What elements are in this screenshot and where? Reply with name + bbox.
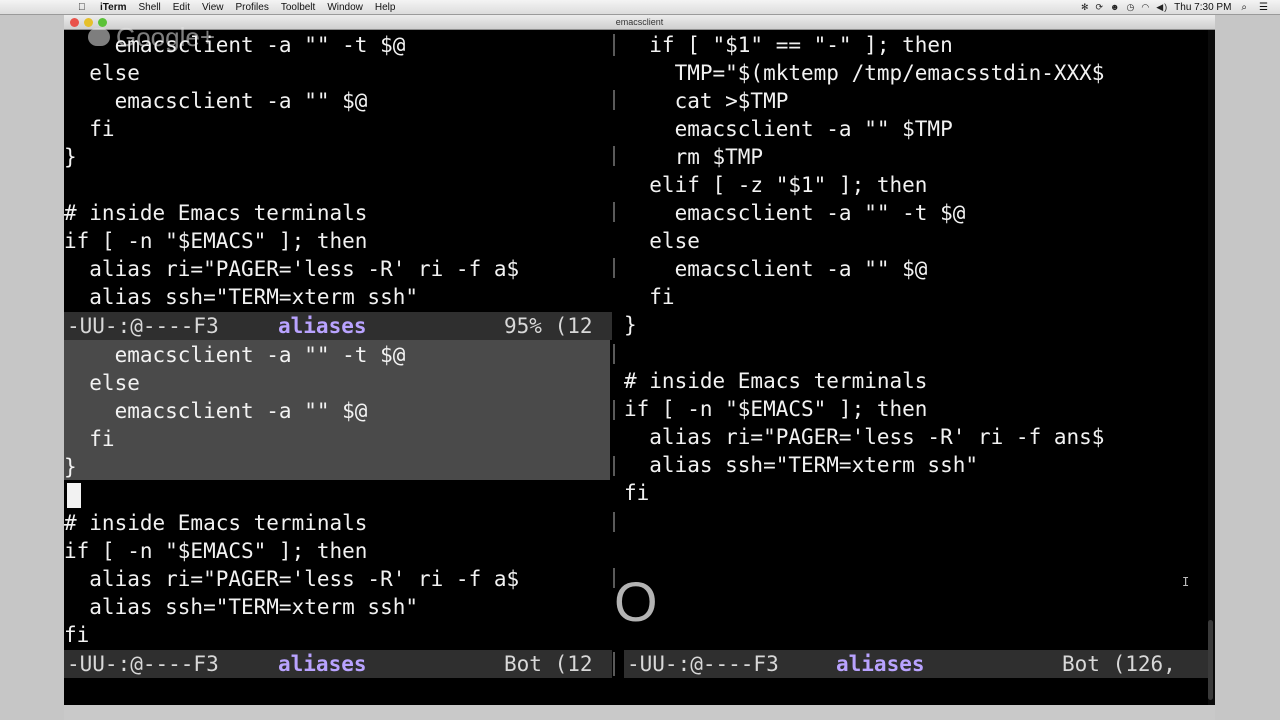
scrollbar-thumb[interactable] — [1208, 620, 1213, 700]
menu-view[interactable]: View — [202, 2, 224, 13]
modeline-status: -UU-:@----F3 — [627, 652, 805, 676]
modeline-position: 95% (12 — [504, 314, 593, 338]
hangouts-icon — [88, 28, 110, 47]
volume-icon[interactable]: ◀) — [1156, 2, 1168, 13]
close-button[interactable] — [70, 18, 79, 27]
list-icon[interactable]: ☰ — [1259, 2, 1268, 13]
google-plus-watermark: Google+ — [88, 22, 215, 53]
left-lower-window-text[interactable]: emacsclient -a "" -t $@ else emacsclient… — [64, 341, 519, 649]
menu-iterm[interactable]: iTerm — [100, 2, 127, 13]
mac-menubar:  iTerm Shell Edit View Profiles Toolbel… — [0, 0, 1280, 15]
modeline-buffer-name: aliases — [278, 652, 367, 676]
window-bottom-edge — [64, 705, 1215, 720]
minibuffer[interactable] — [64, 678, 1208, 705]
watermark-text: Google+ — [116, 22, 216, 52]
menubar-clock[interactable]: Thu 7:30 PM — [1174, 2, 1231, 13]
sync-icon[interactable]: ⟳ — [1095, 2, 1104, 13]
modeline-position: Bot (12 — [504, 652, 593, 676]
menu-toolbelt[interactable]: Toolbelt — [281, 2, 315, 13]
people-icon[interactable]: ☻ — [1110, 2, 1120, 12]
timemachine-icon[interactable]: ◷ — [1127, 2, 1136, 13]
left-column: emacsclient -a "" -t $@ else emacsclient… — [64, 30, 612, 680]
terminal-scrollbar[interactable] — [1208, 30, 1215, 705]
modeline-position: Bot (126, — [1062, 652, 1176, 676]
right-window: if [ "$1" == "-" ]; then TMP="$(mktemp /… — [624, 30, 1204, 680]
window-titlebar[interactable]: emacsclient — [64, 15, 1215, 30]
apple-menu-icon[interactable]:  — [78, 2, 90, 13]
modeline-buffer-name: aliases — [278, 314, 367, 338]
wifi-icon[interactable]: ◠ — [1141, 2, 1150, 13]
menu-window[interactable]: Window — [327, 2, 363, 13]
menu-edit[interactable]: Edit — [173, 2, 190, 13]
left-upper-window-text[interactable]: emacsclient -a "" -t $@ else emacsclient… — [64, 31, 519, 311]
left-lower-modeline[interactable]: -UU-:@----F3 aliases Bot (12 — [64, 650, 612, 678]
gear-icon[interactable]: ✻ — [1081, 2, 1090, 13]
right-window-text[interactable]: if [ "$1" == "-" ]; then TMP="$(mktemp /… — [624, 31, 1104, 507]
modeline-status: -UU-:@----F3 — [67, 314, 245, 338]
ibeam-cursor-icon: I — [1182, 575, 1190, 589]
window-title: emacsclient — [615, 17, 664, 27]
modeline-status: -UU-:@----F3 — [67, 652, 245, 676]
text-cursor — [67, 483, 81, 508]
right-modeline[interactable]: -UU-:@----F3 aliases Bot (126, — [624, 650, 1208, 678]
desktop-left-margin — [0, 15, 64, 720]
spotlight-icon[interactable]: ⌕ — [1241, 2, 1247, 13]
menu-profiles[interactable]: Profiles — [235, 2, 268, 13]
desktop-right-margin — [1215, 15, 1280, 720]
menu-help[interactable]: Help — [375, 2, 396, 13]
left-upper-modeline[interactable]: -UU-:@----F3 aliases 95% (12 — [64, 312, 612, 340]
menu-shell[interactable]: Shell — [139, 2, 161, 13]
modeline-buffer-name: aliases — [836, 652, 925, 676]
overlay-badge: O — [614, 570, 658, 633]
